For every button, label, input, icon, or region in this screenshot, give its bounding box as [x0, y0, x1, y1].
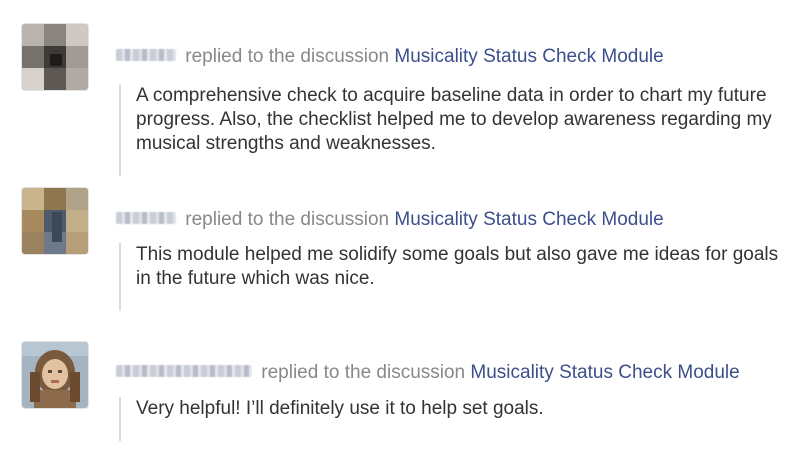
- activity-header: replied to the discussion Musicality Sta…: [116, 208, 664, 232]
- reply-content: Very helpful! I’ll definitely use it to …: [119, 397, 786, 441]
- action-text: replied to the discussion: [261, 362, 466, 383]
- avatar[interactable]: [22, 24, 88, 90]
- discussion-link[interactable]: Musicality Status Check Module: [394, 209, 663, 230]
- user-name-link[interactable]: [116, 212, 176, 224]
- action-text: replied to the discussion: [185, 209, 390, 230]
- activity-header: replied to the discussion Musicality Sta…: [116, 361, 740, 385]
- reply-content: This module helped me solidify some goal…: [119, 243, 786, 311]
- user-name-link[interactable]: [116, 365, 252, 377]
- action-text: replied to the discussion: [185, 46, 390, 67]
- discussion-link[interactable]: Musicality Status Check Module: [470, 362, 739, 383]
- activity-header: replied to the discussion Musicality Sta…: [116, 45, 664, 69]
- avatar-image: [22, 342, 88, 408]
- discussion-link[interactable]: Musicality Status Check Module: [394, 46, 663, 67]
- avatar-image: [22, 24, 88, 90]
- avatar[interactable]: [22, 188, 88, 254]
- avatar[interactable]: [22, 342, 88, 408]
- reply-content: A comprehensive check to acquire baselin…: [119, 84, 776, 176]
- avatar-image: [22, 188, 88, 254]
- user-name-link[interactable]: [116, 49, 176, 61]
